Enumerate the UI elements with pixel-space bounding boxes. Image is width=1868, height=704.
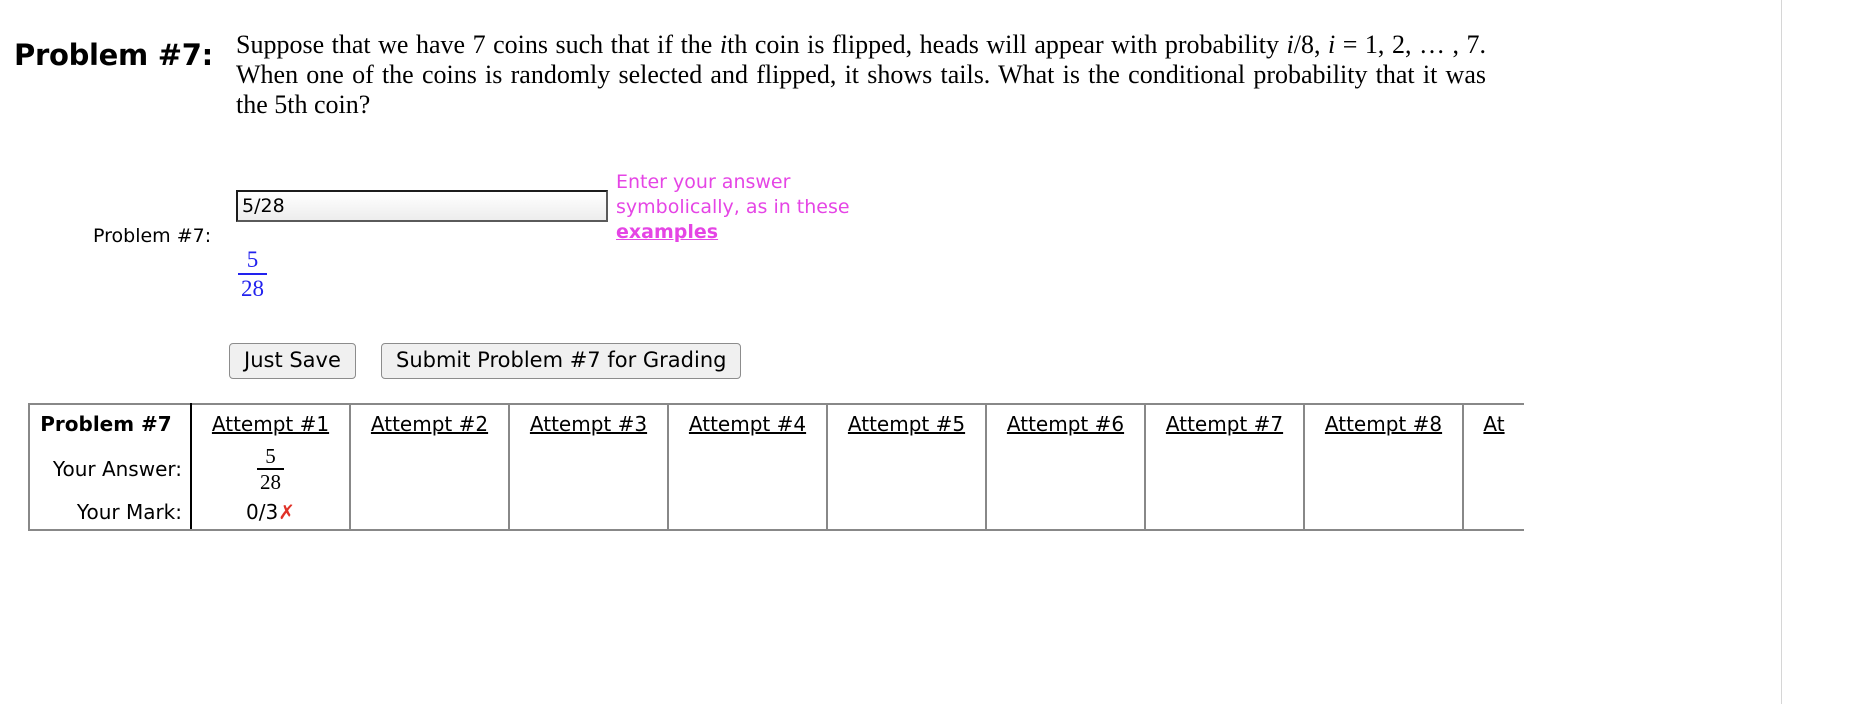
attempt-1-answer-cell: 5 28 (190, 443, 351, 495)
attempt-7-answer-cell (1144, 443, 1305, 495)
content-viewport: Problem #7: Suppose that we have 7 coins… (0, 0, 1781, 704)
attempt-header-label[interactable]: Attempt #5 (848, 412, 965, 436)
hint-line-2: symbolically, as in these (616, 196, 850, 218)
attempt-4-answer-cell (667, 443, 828, 495)
preview-fraction-denominator: 28 (241, 276, 264, 301)
attempt-5-mark-cell (826, 495, 987, 531)
page-root: Problem #7: Suppose that we have 7 coins… (0, 0, 1868, 704)
attempt-8-mark-cell (1303, 495, 1464, 531)
attempt-6-answer-cell (985, 443, 1146, 495)
attempt-header-label[interactable]: Attempt #3 (530, 412, 647, 436)
attempt-4-mark-cell (667, 495, 828, 531)
your-answer-label: Your Answer: (28, 443, 192, 495)
viewport-boundary-line (1781, 0, 1782, 704)
answer-format-hint: Enter your answer symbolically, as in th… (616, 170, 886, 245)
attempt-header-label[interactable]: Attempt #7 (1166, 412, 1283, 436)
answer-input[interactable] (236, 190, 608, 222)
attempt-header-label[interactable]: Attempt #2 (371, 412, 488, 436)
attempt-9-mark-cell (1462, 495, 1524, 531)
preview-fraction-numerator: 5 (246, 247, 259, 272)
table-row-your-mark: Your Mark: 0/3✗ (28, 495, 1524, 531)
attempt-1-answer-fraction: 5 28 (257, 443, 284, 494)
attempt-5-answer-cell (826, 443, 987, 495)
attempt-header-label[interactable]: At (1483, 412, 1504, 436)
attempt-6-mark-cell (985, 495, 1146, 531)
attempt-column-9-header: At (1462, 403, 1524, 443)
attempt-1-answer-denominator: 28 (260, 469, 281, 494)
examples-link[interactable]: examples (616, 221, 718, 243)
problem-heading: Problem #7: (14, 38, 213, 72)
submit-for-grading-button[interactable]: Submit Problem #7 for Grading (381, 343, 742, 379)
attempt-column-6-header: Attempt #6 (985, 403, 1146, 443)
problem-body: Suppose that we have 7 coins such that i… (236, 30, 1486, 120)
attempt-7-mark-cell (1144, 495, 1305, 531)
problem-var-i-2: i (1286, 30, 1294, 59)
attempt-1-mark-value: 0/3 (246, 500, 279, 524)
preview-fraction: 5 28 (238, 248, 267, 301)
attempt-header-label[interactable]: Attempt #6 (1007, 412, 1124, 436)
attempt-header-label[interactable]: Attempt #1 (212, 412, 329, 436)
attempt-column-3-header: Attempt #3 (508, 403, 669, 443)
problem-text-segment-2: th coin is flipped, heads will appear wi… (727, 30, 1287, 59)
attempt-column-5-header: Attempt #5 (826, 403, 987, 443)
attempt-3-answer-cell (508, 443, 669, 495)
table-corner-label: Problem #7 (28, 403, 192, 443)
attempt-2-answer-cell (349, 443, 510, 495)
attempt-header-label[interactable]: Attempt #4 (689, 412, 806, 436)
attempts-table: Problem #7 Attempt #1 Attempt #2 Attempt… (28, 403, 1524, 531)
attempt-column-1-header: Attempt #1 (190, 403, 351, 443)
table-row-headers: Problem #7 Attempt #1 Attempt #2 Attempt… (28, 403, 1524, 443)
preview-fraction-bar (238, 273, 267, 275)
answer-preview: 5 28 (238, 248, 267, 301)
problem-text-segment-3: /8, (1293, 30, 1328, 59)
attempt-1-mark-cell: 0/3✗ (190, 495, 351, 531)
attempt-header-label[interactable]: Attempt #8 (1325, 412, 1442, 436)
hint-line-1: Enter your answer (616, 171, 791, 193)
attempt-column-8-header: Attempt #8 (1303, 403, 1464, 443)
attempt-3-mark-cell (508, 495, 669, 531)
attempt-2-mark-cell (349, 495, 510, 531)
attempt-1-answer-numerator: 5 (265, 443, 276, 468)
problem-text-segment-1: Suppose that we have 7 coins such that i… (236, 30, 720, 59)
table-row-your-answer: Your Answer: 5 28 (28, 443, 1524, 495)
cross-icon: ✗ (278, 500, 295, 524)
attempt-column-7-header: Attempt #7 (1144, 403, 1305, 443)
attempt-column-2-header: Attempt #2 (349, 403, 510, 443)
just-save-button[interactable]: Just Save (229, 343, 356, 379)
attempt-column-4-header: Attempt #4 (667, 403, 828, 443)
answer-row-label: Problem #7: (93, 225, 212, 247)
attempt-9-answer-cell (1462, 443, 1524, 495)
your-mark-label: Your Mark: (28, 495, 192, 531)
attempt-8-answer-cell (1303, 443, 1464, 495)
